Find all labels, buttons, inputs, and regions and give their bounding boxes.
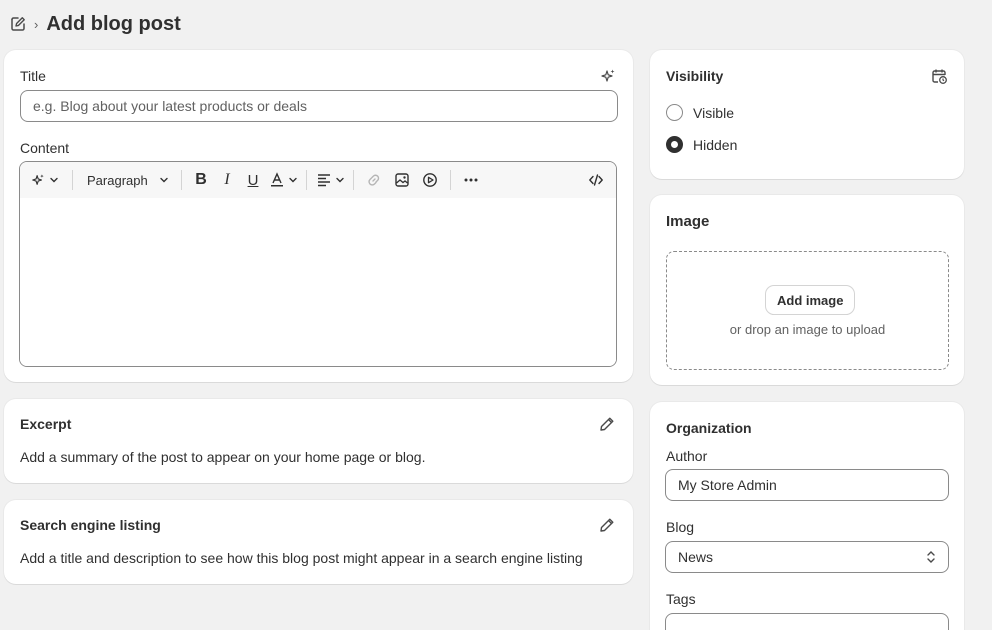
- chevron-down-icon: [160, 177, 168, 183]
- ai-generate-dropdown[interactable]: [28, 167, 62, 193]
- pencil-icon: [600, 417, 614, 431]
- edit-excerpt-button[interactable]: [598, 415, 616, 433]
- text-color-icon: [270, 172, 283, 187]
- editor-content-area[interactable]: [20, 198, 616, 366]
- toolbar-divider: [72, 170, 73, 190]
- excerpt-card: Excerpt Add a summary of the post to app…: [4, 399, 633, 483]
- link-icon: [368, 174, 380, 186]
- paragraph-format-label: Paragraph: [87, 172, 148, 188]
- visibility-heading: Visibility: [666, 68, 724, 84]
- tags-input[interactable]: [665, 613, 949, 630]
- chevron-down-icon: [50, 177, 58, 183]
- image-card: Image Add image or drop an image to uplo…: [650, 195, 964, 385]
- excerpt-heading: Excerpt: [20, 416, 72, 432]
- page-header: › Add blog post: [10, 10, 181, 38]
- editor-toolbar: Paragraph B I U: [20, 162, 616, 198]
- insert-image-button[interactable]: [388, 167, 416, 193]
- chevron-down-icon: [335, 177, 344, 183]
- image-icon: [395, 173, 409, 187]
- chevron-down-icon: [288, 177, 297, 183]
- insert-link-button[interactable]: [360, 167, 388, 193]
- blog-select-value: News: [678, 549, 714, 565]
- author-label: Author: [666, 448, 708, 464]
- more-options-button[interactable]: [457, 167, 485, 193]
- author-input[interactable]: [665, 469, 949, 501]
- seo-heading: Search engine listing: [20, 517, 161, 533]
- text-color-dropdown[interactable]: [266, 167, 300, 193]
- add-image-button[interactable]: Add image: [766, 286, 855, 314]
- visibility-option-label: Visible: [693, 104, 734, 121]
- visibility-option-hidden[interactable]: Hidden: [666, 136, 737, 153]
- bold-icon: B: [195, 171, 207, 188]
- select-arrows-icon: [927, 551, 935, 563]
- schedule-visibility-button[interactable]: [930, 67, 948, 85]
- edit-seo-button[interactable]: [598, 516, 616, 534]
- breadcrumb-chevron-icon: ›: [34, 16, 39, 32]
- organization-card: Organization Author Blog News Tags: [650, 402, 964, 630]
- insert-video-button[interactable]: [416, 167, 444, 193]
- toolbar-divider: [306, 170, 307, 190]
- italic-button[interactable]: I: [214, 167, 240, 193]
- title-input[interactable]: [20, 90, 618, 122]
- excerpt-description: Add a summary of the post to appear on y…: [20, 449, 426, 465]
- tags-label: Tags: [666, 591, 696, 607]
- blog-select[interactable]: News: [665, 541, 949, 573]
- toolbar-divider: [353, 170, 354, 190]
- search-engine-listing-card: Search engine listing Add a title and de…: [4, 500, 633, 584]
- visibility-option-label: Hidden: [693, 136, 738, 153]
- drop-image-hint: or drop an image to upload: [729, 322, 886, 337]
- align-left-icon: [317, 174, 330, 187]
- play-circle-icon: [423, 173, 437, 187]
- underline-icon: U: [247, 171, 259, 189]
- radio-button[interactable]: [666, 104, 683, 121]
- sparkle-icon: [32, 174, 44, 185]
- underline-button[interactable]: U: [240, 167, 266, 193]
- image-heading: Image: [666, 213, 710, 230]
- italic-icon: I: [224, 171, 230, 188]
- toolbar-divider: [450, 170, 451, 190]
- toolbar-divider: [181, 170, 182, 190]
- pencil-icon: [600, 518, 614, 532]
- paragraph-format-dropdown[interactable]: Paragraph: [79, 167, 175, 193]
- title-label: Title: [20, 68, 46, 84]
- edit-document-icon[interactable]: [10, 16, 26, 32]
- content-label: Content: [20, 140, 70, 156]
- seo-description: Add a title and description to see how t…: [20, 550, 583, 566]
- visibility-card: Visibility Visible Hidden: [650, 50, 964, 179]
- calendar-clock-icon: [931, 69, 947, 84]
- code-icon: [589, 174, 603, 186]
- align-dropdown[interactable]: [313, 167, 347, 193]
- show-html-button[interactable]: [582, 167, 610, 193]
- title-content-card: Title Content Paragraph B I U: [4, 50, 633, 382]
- blog-label: Blog: [666, 519, 695, 535]
- organization-heading: Organization: [666, 420, 752, 436]
- more-horizontal-icon: [464, 178, 478, 182]
- image-dropzone[interactable]: Add image or drop an image to upload: [666, 251, 949, 370]
- rich-text-editor: Paragraph B I U: [19, 161, 617, 367]
- radio-button-selected[interactable]: [666, 136, 683, 153]
- page-title: Add blog post: [46, 12, 181, 35]
- visibility-option-visible[interactable]: Visible: [666, 104, 734, 121]
- bold-button[interactable]: B: [188, 167, 214, 193]
- magic-sparkle-icon[interactable]: [600, 68, 616, 84]
